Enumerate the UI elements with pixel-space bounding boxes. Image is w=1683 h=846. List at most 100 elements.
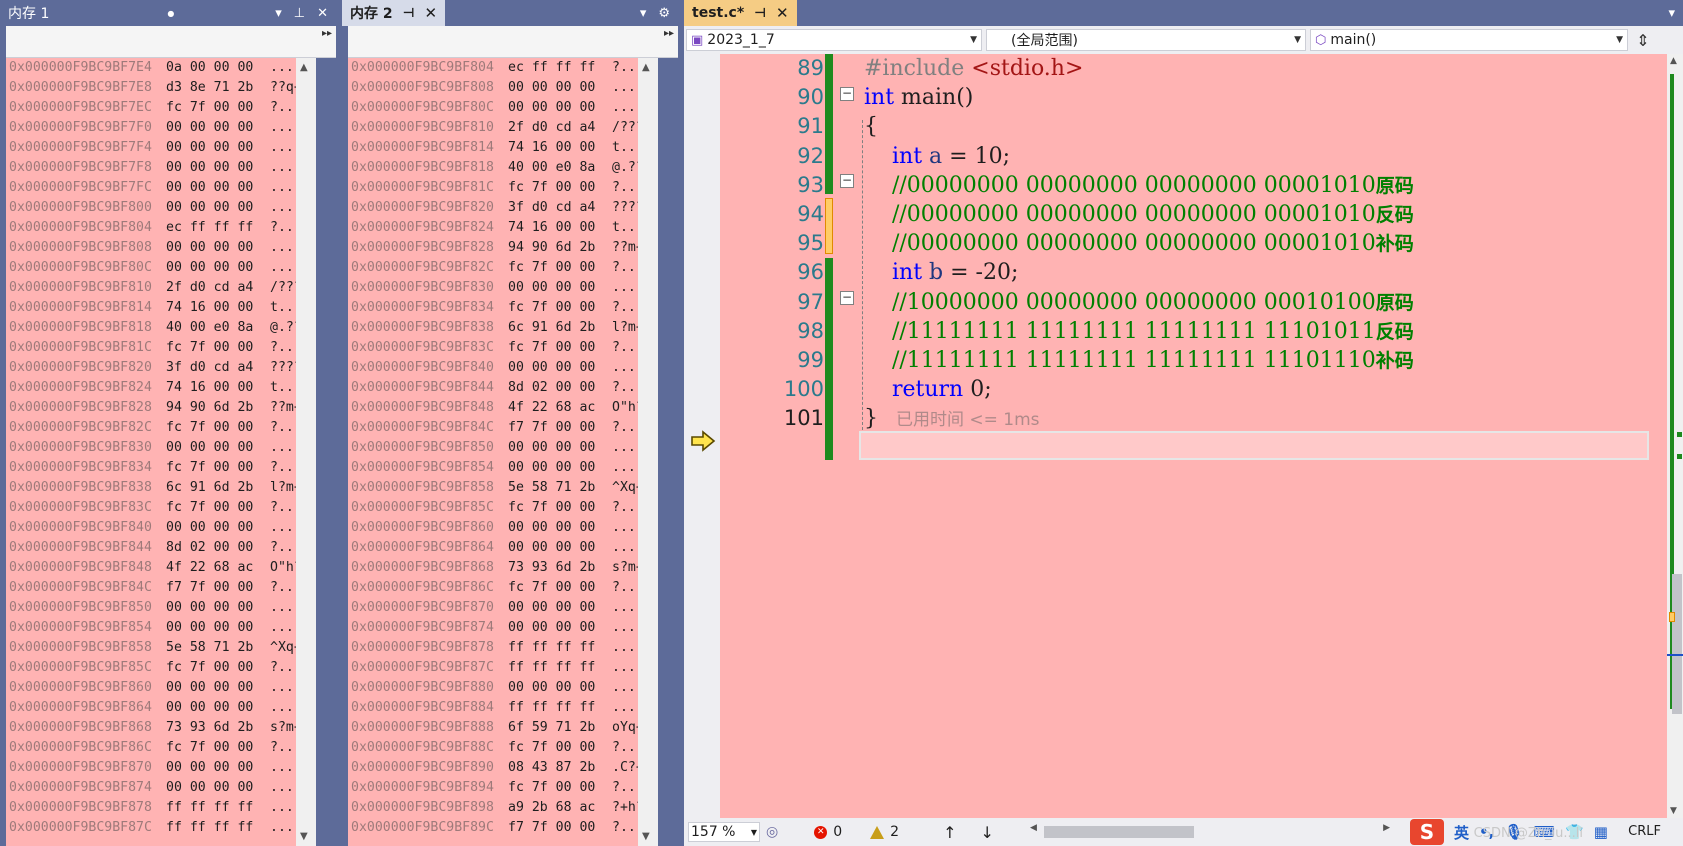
arrow-down-icon[interactable]: ↓ <box>980 823 993 842</box>
code-line[interactable]: 92 int a = 10; <box>684 141 1667 172</box>
gear-icon[interactable]: ⚙ <box>658 6 670 21</box>
memory-row[interactable]: 0x000000F9BC9BF838 6c 91 6d 2b l?m+ <box>348 318 658 338</box>
toolbar-overflow-icon[interactable]: ▸▸ <box>664 28 674 39</box>
scrollbar-thumb[interactable] <box>1672 574 1682 714</box>
memory-row[interactable]: 0x000000F9BC9BF848 4f 22 68 ac O"h? <box>6 558 316 578</box>
close-icon[interactable]: ✕ <box>776 4 789 22</box>
line-ending[interactable]: CRLF <box>1628 824 1661 839</box>
scroll-up-icon[interactable]: ▲ <box>300 62 308 73</box>
memory-row[interactable]: 0x000000F9BC9BF82C fc 7f 00 00?... <box>348 258 658 278</box>
memory-row[interactable]: 0x000000F9BC9BF82C fc 7f 00 00?... <box>6 418 316 438</box>
memory-row[interactable]: 0x000000F9BC9BF874 00 00 00 00.... <box>6 778 316 798</box>
memory-row[interactable]: 0x000000F9BC9BF7F8 00 00 00 00.... <box>6 158 316 178</box>
memory-row[interactable]: 0x000000F9BC9BF81C fc 7f 00 00?... <box>348 178 658 198</box>
memory-row[interactable]: 0x000000F9BC9BF858 5e 58 71 2b ^Xq+ <box>348 478 658 498</box>
memory-row[interactable]: 0x000000F9BC9BF808 00 00 00 00.... <box>6 238 316 258</box>
memory-row[interactable]: 0x000000F9BC9BF834 fc 7f 00 00?... <box>348 298 658 318</box>
memory-row[interactable]: 0x000000F9BC9BF7E8 d3 8e 71 2b ??q+ <box>6 78 316 98</box>
memory-row[interactable]: 0x000000F9BC9BF878 ff ff ff ff.... <box>348 638 658 658</box>
memory-row[interactable]: 0x000000F9BC9BF84C f7 7f 00 00?... <box>6 578 316 598</box>
split-window-icon[interactable]: ⇕ <box>1632 31 1654 50</box>
memory-row[interactable]: 0x000000F9BC9BF800 00 00 00 00.... <box>6 198 316 218</box>
memory-row[interactable]: 0x000000F9BC9BF830 00 00 00 00.... <box>348 278 658 298</box>
memory-row[interactable]: 0x000000F9BC9BF84C f7 7f 00 00?... <box>348 418 658 438</box>
memory-row[interactable]: 0x000000F9BC9BF824 74 16 00 00 t... <box>6 378 316 398</box>
memory-row[interactable]: 0x000000F9BC9BF860 00 00 00 00.... <box>348 518 658 538</box>
memory-row[interactable]: 0x000000F9BC9BF87C ff ff ff ff.... <box>6 818 316 838</box>
zoom-combo[interactable]: 157 % ▼ <box>688 822 760 842</box>
code-line[interactable]: 93 //00000000 00000000 00000000 00001010… <box>684 170 1667 201</box>
scrollbar-thumb[interactable] <box>1044 826 1194 838</box>
memory-row[interactable]: 0x000000F9BC9BF874 00 00 00 00.... <box>348 618 658 638</box>
code-line[interactable]: 100 return 0; <box>684 374 1667 405</box>
code-line[interactable]: 99 //11111111 11111111 11111111 11101110… <box>684 345 1667 376</box>
memory-row[interactable]: 0x000000F9BC9BF820 3f d0 cd a4???? <box>6 358 316 378</box>
memory-row[interactable]: 0x000000F9BC9BF834 fc 7f 00 00?... <box>6 458 316 478</box>
pin-icon[interactable]: ⊣ <box>754 6 766 21</box>
close-icon[interactable]: ✕ <box>425 4 438 22</box>
memory-row[interactable]: 0x000000F9BC9BF7F4 00 00 00 00.... <box>6 138 316 158</box>
memory-row[interactable]: 0x000000F9BC9BF860 00 00 00 00.... <box>6 678 316 698</box>
toolbar-overflow-icon[interactable]: ▸▸ <box>322 28 332 39</box>
toolbox-icon[interactable]: ▦ <box>1594 823 1608 841</box>
memory-row[interactable]: 0x000000F9BC9BF7F0 00 00 00 00.... <box>6 118 316 138</box>
project-combo[interactable]: ▣ 2023_1_7 ▼ <box>686 29 982 51</box>
memory-2-scrollbar[interactable]: ▲ ▼ <box>638 58 658 846</box>
memory-row[interactable]: 0x000000F9BC9BF814 74 16 00 00 t... <box>6 298 316 318</box>
memory-row[interactable]: 0x000000F9BC9BF818 40 00 e0 8a @.?? <box>348 158 658 178</box>
memory-row[interactable]: 0x000000F9BC9BF85C fc 7f 00 00?... <box>348 498 658 518</box>
memory-row[interactable]: 0x000000F9BC9BF850 00 00 00 00.... <box>348 438 658 458</box>
memory-1-tab[interactable]: 内存 1 <box>0 0 57 26</box>
memory-row[interactable]: 0x000000F9BC9BF86C fc 7f 00 00?... <box>348 578 658 598</box>
memory-row[interactable]: 0x000000F9BC9BF818 40 00 e0 8a @.?? <box>6 318 316 338</box>
scroll-down-icon[interactable]: ▼ <box>642 831 650 842</box>
memory-row[interactable]: 0x000000F9BC9BF808 00 00 00 00.... <box>348 78 658 98</box>
memory-row[interactable]: 0x000000F9BC9BF880 00 00 00 00.... <box>348 678 658 698</box>
memory-row[interactable]: 0x000000F9BC9BF864 00 00 00 00.... <box>6 698 316 718</box>
memory-row[interactable]: 0x000000F9BC9BF888 6f 59 71 2b oYq+ <box>348 718 658 738</box>
memory-row[interactable]: 0x000000F9BC9BF894 fc 7f 00 00?... <box>348 778 658 798</box>
memory-row[interactable]: 0x000000F9BC9BF844 8d 02 00 00?... <box>6 538 316 558</box>
memory-row[interactable]: 0x000000F9BC9BF804 ec ff ff ff?... <box>348 58 658 78</box>
memory-row[interactable]: 0x000000F9BC9BF80C 00 00 00 00.... <box>6 258 316 278</box>
tab-list-dropdown-icon[interactable]: ▾ <box>1668 6 1675 21</box>
memory-row[interactable]: 0x000000F9BC9BF824 74 16 00 00 t... <box>348 218 658 238</box>
memory-row[interactable]: 0x000000F9BC9BF850 00 00 00 00.... <box>6 598 316 618</box>
memory-row[interactable]: 0x000000F9BC9BF804 ec ff ff ff?... <box>6 218 316 238</box>
memory-row[interactable]: 0x000000F9BC9BF828 94 90 6d 2b ??m+ <box>348 238 658 258</box>
memory-row[interactable]: 0x000000F9BC9BF7FC 00 00 00 00.... <box>6 178 316 198</box>
memory-row[interactable]: 0x000000F9BC9BF828 94 90 6d 2b ??m+ <box>6 398 316 418</box>
code-line[interactable]: 90 int main() <box>684 82 1667 113</box>
memory-row[interactable]: 0x000000F9BC9BF89C f7 7f 00 00?... <box>348 818 658 838</box>
memory-row[interactable]: 0x000000F9BC9BF898 a9 2b 68 ac ?+h? <box>348 798 658 818</box>
editor-horizontal-scrollbar[interactable]: ◀ ▶ <box>1030 823 1390 838</box>
memory-row[interactable]: 0x000000F9BC9BF840 00 00 00 00.... <box>348 358 658 378</box>
memory-row[interactable]: 0x000000F9BC9BF838 6c 91 6d 2b l?m+ <box>6 478 316 498</box>
arrow-up-icon[interactable]: ↑ <box>943 823 956 842</box>
dropdown-icon[interactable]: ▾ <box>640 6 647 21</box>
memory-row[interactable]: 0x000000F9BC9BF81C fc 7f 00 00?... <box>6 338 316 358</box>
close-icon[interactable]: ✕ <box>317 6 328 21</box>
memory-row[interactable]: 0x000000F9BC9BF86C fc 7f 00 00?... <box>6 738 316 758</box>
memory-2-grid[interactable]: 0x000000F9BC9BF804 ec ff ff ff?... 0x00000… <box>348 58 658 846</box>
memory-row[interactable]: 0x000000F9BC9BF844 8d 02 00 00?... <box>348 378 658 398</box>
scroll-up-icon[interactable]: ▲ <box>1670 56 1677 66</box>
memory-row[interactable]: 0x000000F9BC9BF83C fc 7f 00 00?... <box>348 338 658 358</box>
memory-row[interactable]: 0x000000F9BC9BF810 2f d0 cd a4/??? <box>6 278 316 298</box>
code-line[interactable]: 97 //10000000 00000000 00000000 00010100… <box>684 287 1667 318</box>
memory-row[interactable]: 0x000000F9BC9BF840 00 00 00 00.... <box>6 518 316 538</box>
scroll-left-icon[interactable]: ◀ <box>1030 823 1037 833</box>
scope-combo[interactable]: (全局范围) ▼ <box>986 29 1306 51</box>
code-line[interactable]: 101} 已用时间 <= 1ms <box>684 403 1667 434</box>
code-line[interactable]: 98 //11111111 11111111 11111111 11101011… <box>684 316 1667 347</box>
memory-row[interactable]: 0x000000F9BC9BF858 5e 58 71 2b ^Xq+ <box>6 638 316 658</box>
sogou-logo-icon[interactable]: S <box>1410 819 1444 845</box>
pin-icon[interactable]: ⊥ <box>294 6 305 21</box>
scroll-down-icon[interactable]: ▼ <box>1670 806 1677 816</box>
code-line[interactable]: 91 { <box>684 111 1667 142</box>
intellicode-icon[interactable]: ◎ <box>766 824 778 840</box>
memory-row[interactable]: 0x000000F9BC9BF814 74 16 00 00 t... <box>348 138 658 158</box>
memory-row[interactable]: 0x000000F9BC9BF80C 00 00 00 00.... <box>348 98 658 118</box>
memory-row[interactable]: 0x000000F9BC9BF864 00 00 00 00.... <box>348 538 658 558</box>
memory-row[interactable]: 0x000000F9BC9BF87C ff ff ff ff.... <box>348 658 658 678</box>
